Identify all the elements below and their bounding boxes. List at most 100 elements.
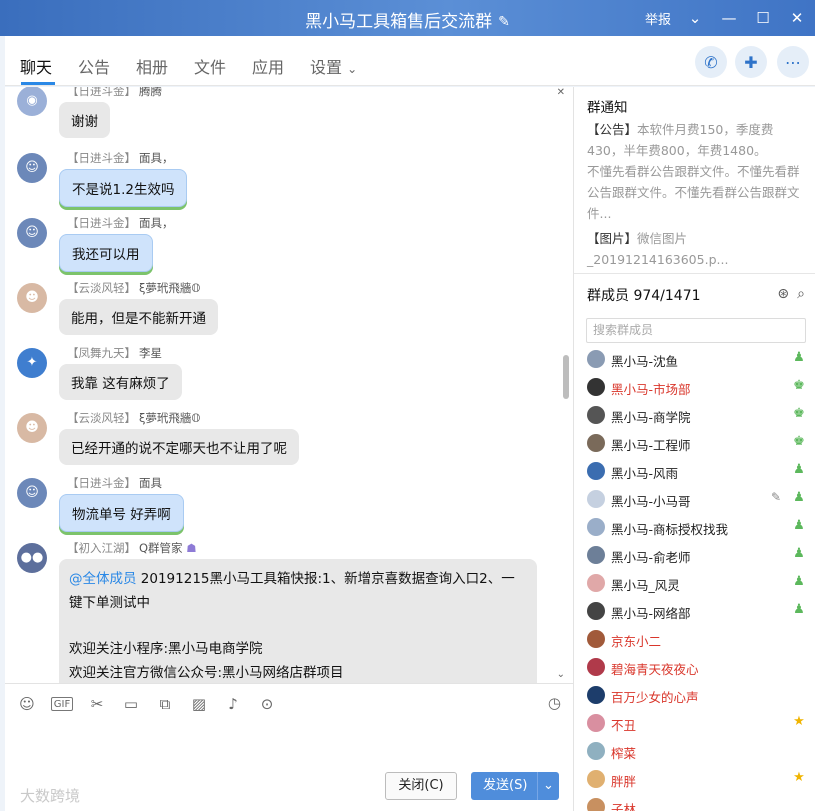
member-row[interactable]: 黑小马-沈鱼 ♟ [587,350,807,370]
avatar[interactable] [587,406,605,424]
message-bubble[interactable]: 我还可以用 [59,234,153,272]
bot-avatar[interactable]: ●● [17,543,47,573]
tab-settings[interactable]: 设置 ⌄ [310,54,357,78]
message-bubble[interactable]: 物流单号 好弄啊 [59,494,184,532]
message-bubble[interactable]: 我靠 这有麻烦了 [59,364,182,400]
close-button[interactable]: 关闭(C) [385,772,457,800]
member-row[interactable]: 黑小马-风雨 ♟ [587,462,807,482]
member-row[interactable]: 京东小二 [587,630,807,650]
more-icon[interactable]: ⊙ [257,694,277,714]
chevron-down-icon[interactable]: ⌄ [537,772,559,800]
message-bubble[interactable]: 不是说1.2生效吗 [59,169,188,207]
member-row[interactable]: 黑小马-俞老师 ♟ [587,546,807,566]
avatar[interactable]: ☺ [17,478,47,508]
tab-apps[interactable]: 应用 [252,54,284,78]
bell-icon[interactable]: ♪ [223,694,243,714]
edit-title-icon[interactable]: ✎ [498,14,510,30]
avatar[interactable] [587,602,605,620]
avatar[interactable] [587,546,605,564]
input-area[interactable]: ☺ GIF ✂ ▭ ⧉ ▨ ♪ ⊙ ◷ 关闭(C) 发送(S) ⌄ [5,683,573,811]
search-icon[interactable]: ⌕ [797,286,805,302]
member-row[interactable]: 黑小马_风灵 ♟ [587,574,807,594]
sender-nick[interactable]: 面具， [139,216,174,230]
phone-call-icon[interactable]: ✆ [695,46,727,78]
member-name: 黑小马-小马哥 [611,494,691,509]
avatar[interactable]: ✦ [17,348,47,378]
avatar[interactable]: ◉ [17,87,47,116]
avatar[interactable] [587,798,605,811]
scissors-icon[interactable]: ✂ [87,694,107,714]
announcement-bubble[interactable]: @全体成员 20191215黑小马工具箱快报:1、新增京喜数据查询入口2、一键下… [59,559,537,683]
member-row[interactable]: 黑小马-小马哥 ✎ ♟ [587,490,807,510]
window-title: 黑小马工具箱售后交流群 [305,12,493,32]
emoji-icon[interactable]: ☺ [17,694,37,714]
more-options-icon[interactable]: ⋯ [777,46,809,78]
chat-history[interactable]: ✕ ⌄ ◉ 【日进斗金】 腾腾 谢谢 ☺ 【日进斗金】 面具， 不是说1.2生效吗 … [5,87,573,683]
avatar[interactable] [587,658,605,676]
avatar[interactable] [587,490,605,508]
chat-scrollbar[interactable] [563,355,569,399]
scroll-up-icon[interactable]: ✕ [557,87,565,98]
avatar[interactable] [587,434,605,452]
sender-nick[interactable]: ξ夢玳飛牆𝕆 [139,411,200,425]
sender-nick[interactable]: 面具 [139,476,162,490]
avatar[interactable]: ☺ [17,218,47,248]
avatar[interactable] [587,686,605,704]
scroll-down-icon[interactable]: ⌄ [557,669,565,680]
message-bubble[interactable]: 能用，但是不能新开通 [59,299,218,335]
sender-nick[interactable]: 李星 [139,346,162,360]
avatar[interactable] [587,770,605,788]
report-link[interactable]: 举报 [645,9,671,28]
sender-nick[interactable]: 面具， [139,151,174,165]
message-bubble[interactable]: 谢谢 [59,102,110,138]
avatar[interactable] [587,574,605,592]
avatar[interactable]: ☻ [17,413,47,443]
member-row[interactable]: 胖胖 ★ [587,770,807,790]
member-row[interactable]: 百万少女的心声 [587,686,807,706]
avatar[interactable]: ☺ [17,153,47,183]
member-row[interactable]: 子林 [587,798,807,811]
avatar[interactable] [587,714,605,732]
member-search-input[interactable]: 搜索群成员 [586,318,806,343]
avatar[interactable] [587,518,605,536]
maximize-icon[interactable]: ☐ [753,8,773,28]
edit-icon[interactable]: ✎ [771,490,781,504]
member-row[interactable]: 黑小马-商学院 ♚ [587,406,807,426]
message-bubble[interactable]: 已经开通的说不定哪天也不让用了呢 [59,429,299,465]
sender-nick[interactable]: 腾腾 [139,87,162,98]
avatar[interactable] [587,630,605,648]
minimize-icon[interactable]: — [719,8,739,28]
tab-chat[interactable]: 聊天 [20,54,52,78]
avatar[interactable]: ☻ [17,283,47,313]
sender-nick[interactable]: Q群管家 [139,541,183,555]
member-name: 黑小马_风灵 [611,578,680,593]
avatar[interactable] [587,378,605,396]
tab-album[interactable]: 相册 [136,54,168,78]
folder-icon[interactable]: ▭ [121,694,141,714]
send-button[interactable]: 发送(S) ⌄ [471,772,559,800]
member-row[interactable]: 黑小马-商标授权找我 ♟ [587,518,807,538]
member-row[interactable]: 黑小马-市场部 ♚ [587,378,807,398]
member-row[interactable]: 黑小马-工程师 ♚ [587,434,807,454]
add-chat-icon[interactable]: ✚ [735,46,767,78]
tab-files[interactable]: 文件 [194,54,226,78]
notice-content[interactable]: 【公告】本软件月费150，季度费430，半年费800，年费1480。 不懂先看群… [587,119,809,270]
member-manage-icon[interactable]: ⊛ [777,286,789,302]
avatar[interactable] [587,350,605,368]
tab-announcement[interactable]: 公告 [78,54,110,78]
member-row[interactable]: 黑小马-网络部 ♟ [587,602,807,622]
member-row[interactable]: 榨菜 [587,742,807,762]
chevron-down-icon[interactable]: ⌄ [685,8,705,28]
mention-all[interactable]: @全体成员 [69,571,137,587]
member-row[interactable]: 碧海青天夜夜心 [587,658,807,678]
avatar[interactable] [587,462,605,480]
history-clock-icon[interactable]: ◷ [548,694,561,712]
avatar[interactable] [587,742,605,760]
sender-nick[interactable]: ξ夢玳飛牆𝕆 [139,281,200,295]
member-row[interactable]: 不丑 ★ [587,714,807,734]
close-icon[interactable]: ✕ [787,8,807,28]
gif-icon[interactable]: GIF [51,697,73,711]
notice-title: 群通知 [587,100,628,116]
file-transfer-icon[interactable]: ⧉ [155,694,175,714]
image-icon[interactable]: ▨ [189,694,209,714]
